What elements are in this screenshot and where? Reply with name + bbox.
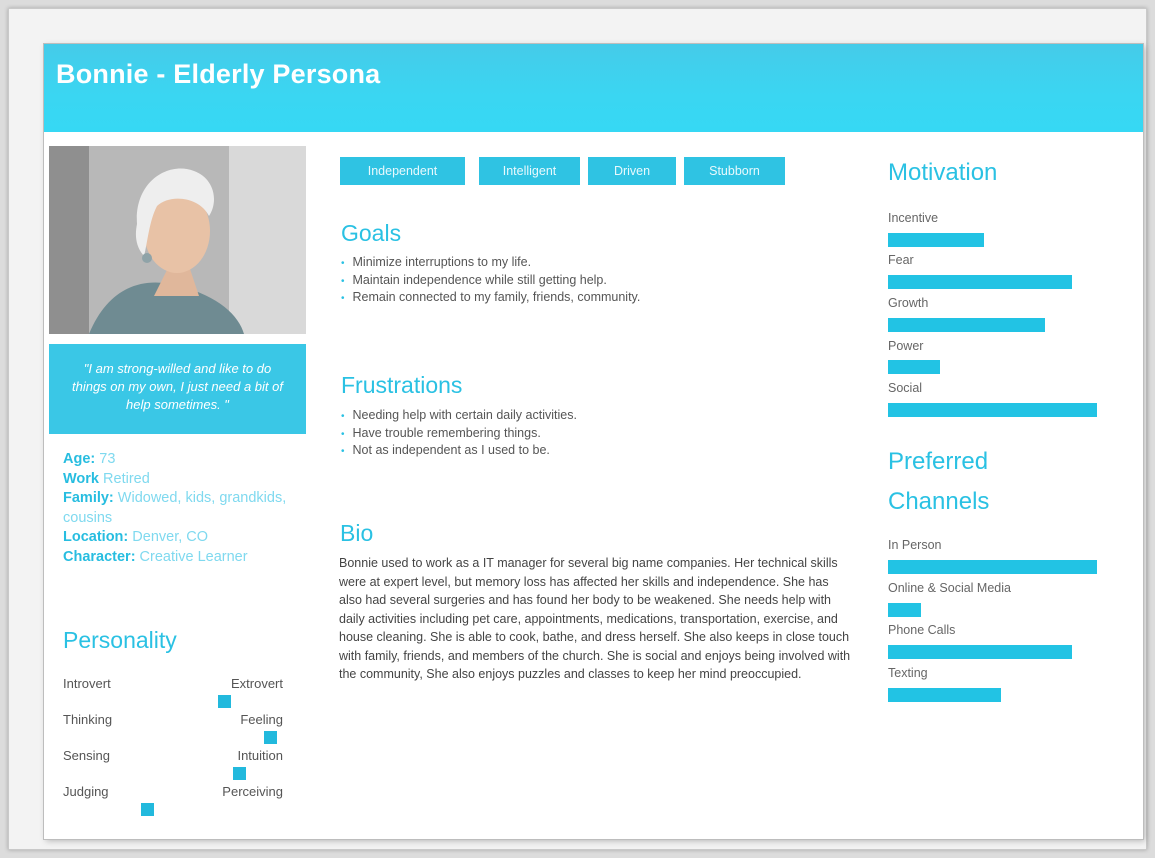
scale-left-label: Sensing <box>63 748 110 763</box>
list-item: Maintain independence while still gettin… <box>341 272 640 290</box>
fact-label: Family: <box>63 490 114 506</box>
motivation-label: Growth <box>888 296 929 310</box>
trait-tag: Intelligent <box>479 157 580 185</box>
persona-photo <box>49 146 306 334</box>
persona-quote: "I am strong-willed and like to do thing… <box>71 361 283 412</box>
scale-left-label: Thinking <box>63 712 113 727</box>
header-banner: Bonnie - Elderly Persona <box>44 44 1143 132</box>
channel-bar <box>888 603 921 617</box>
fact-character: Character: Creative Learner <box>63 548 303 568</box>
motivation-title: Motivation <box>888 159 998 186</box>
persona-facts: Age: 73 Work Retired Family: Widowed, ki… <box>63 450 303 567</box>
scale-right-label: Perceiving <box>222 784 283 799</box>
motivation-label: Power <box>888 339 924 353</box>
goals-list: Minimize interruptions to my life. Maint… <box>341 254 641 307</box>
list-item: Have trouble remembering things. <box>341 425 577 443</box>
list-item: Minimize interruptions to my life. <box>341 254 640 272</box>
list-item: Needing help with certain daily activiti… <box>341 407 577 425</box>
trait-tag: Independent <box>340 157 465 185</box>
channels-title-line1: Preferred <box>888 448 989 475</box>
motivation-bar <box>888 233 984 247</box>
fact-age: Age: 73 <box>63 450 303 470</box>
fact-value: Retired <box>99 470 150 487</box>
fact-label: Location: <box>63 529 129 545</box>
channel-label: Texting <box>888 666 928 680</box>
list-item: Not as independent as I used to be. <box>341 442 577 460</box>
channel-label: Online & Social Media <box>888 581 1011 595</box>
personality-scale-sensing: Sensing Intuition <box>63 748 283 766</box>
fact-value: 73 <box>95 451 116 467</box>
trait-tag: Stubborn <box>684 157 785 185</box>
frustrations-list: Needing help with certain daily activiti… <box>341 407 577 460</box>
motivation-bar <box>888 318 1045 332</box>
scale-right-label: Feeling <box>240 712 283 727</box>
channel-bar <box>888 688 1001 702</box>
fact-value: Creative Learner <box>135 548 248 565</box>
page-title: Bonnie - Elderly Persona <box>56 59 381 89</box>
personality-marker <box>141 803 154 816</box>
channels-title-line2: Channels <box>888 488 990 515</box>
personality-marker <box>264 731 277 744</box>
fact-label: Age: <box>63 451 96 467</box>
persona-card: Bonnie - Elderly Persona "I am strong-wi… <box>44 44 1143 839</box>
motivation-bar <box>888 275 1072 289</box>
personality-marker <box>233 767 246 780</box>
fact-label: Work <box>63 470 99 487</box>
fact-value: Denver, CO <box>128 529 209 545</box>
motivation-bar <box>888 360 940 374</box>
motivation-label: Incentive <box>888 211 939 225</box>
bio-text: Bonnie used to work as a IT manager for … <box>339 556 851 681</box>
goals-title: Goals <box>341 220 402 246</box>
personality-title: Personality <box>63 627 177 653</box>
fact-label: Character: <box>63 548 136 565</box>
quote-box: "I am strong-willed and like to do thing… <box>49 344 306 434</box>
scale-left-label: Judging <box>63 784 109 799</box>
trait-tag: Driven <box>588 157 676 185</box>
personality-marker <box>218 695 231 708</box>
portrait-image <box>49 146 306 334</box>
scale-right-label: Extrovert <box>230 676 283 691</box>
channel-label: Phone Calls <box>888 623 956 637</box>
scale-right-label: Intuition <box>237 748 283 763</box>
channel-label: In Person <box>888 538 942 552</box>
personality-scale-introvert: Introvert Extrovert <box>63 676 283 694</box>
channel-bar <box>888 645 1072 659</box>
frustrations-title: Frustrations <box>341 372 463 398</box>
fact-location: Location: Denver, CO <box>63 528 303 548</box>
motivation-bar <box>888 403 1097 417</box>
personality-scale-thinking: Thinking Feeling <box>63 712 283 730</box>
fact-work: Work Retired <box>63 470 303 490</box>
scale-left-label: Introvert <box>63 676 111 691</box>
fact-family: Family: Widowed, kids, grandkids, cousin… <box>63 489 303 528</box>
list-item: Remain connected to my family, friends, … <box>341 289 641 307</box>
personality-scale-judging: Judging Perceiving <box>63 784 283 802</box>
motivation-label: Social <box>888 381 923 395</box>
channel-bar <box>888 560 1097 574</box>
motivation-label: Fear <box>888 253 914 267</box>
bio-title: Bio <box>340 520 374 546</box>
picture-frame: Bonnie - Elderly Persona "I am strong-wi… <box>8 8 1147 850</box>
